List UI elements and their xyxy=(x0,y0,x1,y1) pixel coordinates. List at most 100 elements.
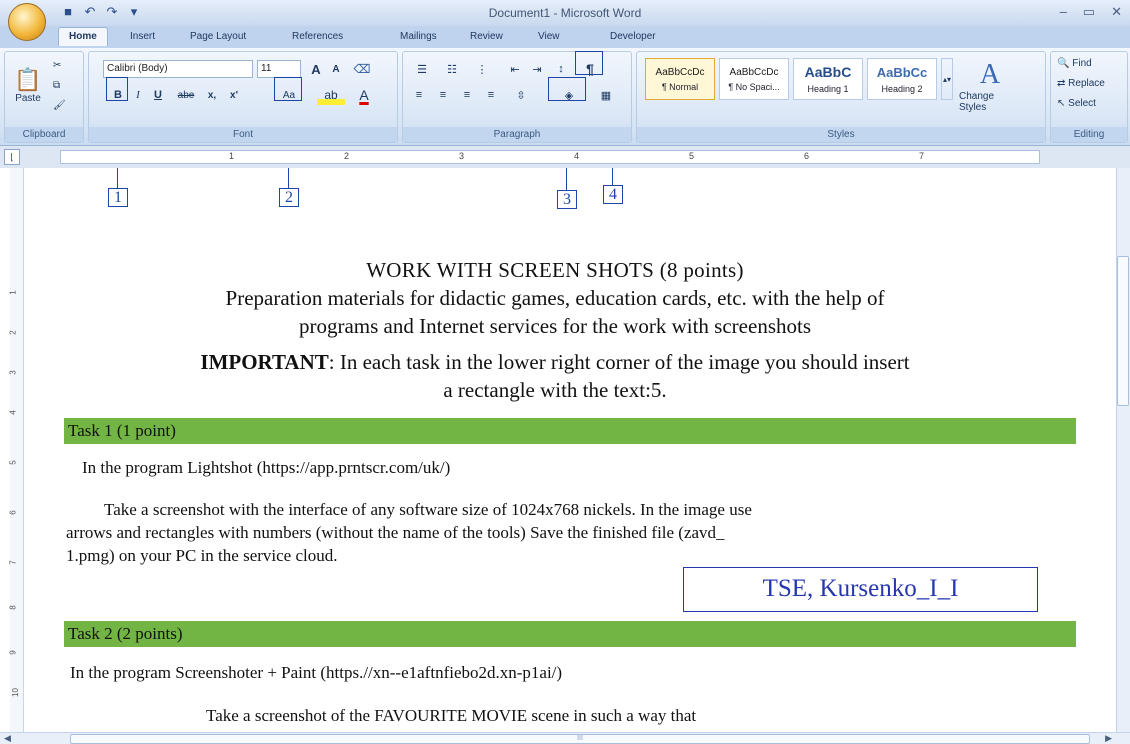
close-button[interactable]: ✕ xyxy=(1111,4,1122,20)
italic-button[interactable]: I xyxy=(129,85,147,105)
strikethrough-button[interactable]: abe xyxy=(173,85,199,105)
cut-icon[interactable]: ✂ xyxy=(53,60,61,71)
find-button[interactable]: 🔍 Find xyxy=(1057,58,1092,69)
select-icon: ↖ xyxy=(1057,98,1066,109)
task2-program: In the program Screenshoter + Paint (htt… xyxy=(70,663,563,682)
grow-font-button[interactable]: A xyxy=(307,59,325,79)
window-title: Document1 - Microsoft Word xyxy=(488,6,642,20)
tab-review[interactable]: Review xyxy=(470,31,503,42)
increase-indent-icon[interactable]: ⇥ xyxy=(527,59,547,79)
tab-mailings[interactable]: Mailings xyxy=(400,31,437,42)
maximize-button[interactable]: ▭ xyxy=(1083,4,1095,20)
find-icon: 🔍 xyxy=(1057,58,1070,69)
font-group: Calibri (Body) 11 A A ⌫ B I U abe x, x' … xyxy=(88,51,398,143)
tab-insert[interactable]: Insert xyxy=(130,31,155,42)
subscript-button[interactable]: x, xyxy=(203,85,221,105)
tab-references[interactable]: References xyxy=(292,31,343,42)
callout-4: 4 xyxy=(603,185,623,204)
highlight-box-bold xyxy=(106,77,128,101)
bullets-icon[interactable]: ☰ xyxy=(409,59,435,79)
vruler-number: 10 xyxy=(10,688,20,697)
replace-button[interactable]: ⇄ Replace xyxy=(1057,78,1105,89)
callout-3: 3 xyxy=(557,190,577,209)
change-styles-button[interactable]: A Change Styles xyxy=(959,56,1021,116)
style-heading-1[interactable]: AaBbC Heading 1 xyxy=(793,58,863,100)
vertical-ruler[interactable]: 1 2 3 4 5 6 7 8 9 10 xyxy=(8,168,24,732)
highlight-icon[interactable]: ab xyxy=(317,85,345,105)
vruler-number: 6 xyxy=(8,510,18,515)
ribbon: 📋 Paste ✂ ⧉ 🖌 Clipboard Calibri (Body) 1… xyxy=(0,48,1130,146)
style-normal[interactable]: AaBbCcDc ¶ Normal xyxy=(645,58,715,100)
paste-button[interactable]: 📋 Paste xyxy=(11,58,45,112)
decrease-indent-icon[interactable]: ⇤ xyxy=(505,59,525,79)
align-left-icon[interactable]: ≡ xyxy=(409,85,429,105)
clear-formatting-icon[interactable]: ⌫ xyxy=(351,59,373,79)
select-button[interactable]: ↖ Select xyxy=(1057,98,1096,109)
task1-band: Task 1 (1 point) xyxy=(64,418,1076,444)
multilevel-list-icon[interactable]: ⋮ xyxy=(469,59,495,79)
sort-icon[interactable]: ↕ xyxy=(551,59,571,79)
shrink-font-button[interactable]: A xyxy=(327,59,345,79)
callout-line-1 xyxy=(117,168,118,188)
horizontal-scrollbar[interactable]: ◀ III ▶ xyxy=(0,732,1130,744)
change-styles-icon: A xyxy=(979,59,1001,90)
ruler-number: 1 xyxy=(229,151,235,161)
editing-label: Editing xyxy=(1051,127,1127,142)
align-right-icon[interactable]: ≡ xyxy=(457,85,477,105)
styles-scroll-icon[interactable]: ▴▾ xyxy=(941,58,953,100)
font-color-button[interactable]: A xyxy=(351,85,377,105)
task1-body-3: 1.pmg) on your PC in the service cloud. xyxy=(66,546,338,565)
document-page[interactable]: 1 2 3 4 5 6 7 8 9 10 1 2 3 4 WORK WITH S… xyxy=(0,168,1130,732)
styles-group: AaBbCcDc ¶ Normal AaBbCcDc ¶ No Spaci...… xyxy=(636,51,1046,143)
task2-title: Task 2 (2 points) xyxy=(68,624,183,643)
editing-group: 🔍 Find ⇄ Replace ↖ Select Editing xyxy=(1050,51,1128,143)
doc-important-line-2: a rectangle with the text:5. xyxy=(443,378,667,402)
callout-1: 1 xyxy=(108,188,128,207)
font-family-combo[interactable]: Calibri (Body) xyxy=(103,60,253,78)
format-painter-icon[interactable]: 🖌 xyxy=(53,100,66,111)
tab-page-layout[interactable]: Page Layout xyxy=(190,31,246,42)
vertical-scroll-thumb[interactable] xyxy=(1117,256,1129,406)
office-button[interactable] xyxy=(8,3,46,41)
borders-icon[interactable]: ▦ xyxy=(591,85,621,105)
horizontal-ruler-row: ⌊ 1 2 3 4 5 6 7 xyxy=(0,146,1130,168)
line-spacing-icon[interactable]: ⇳ xyxy=(507,85,535,105)
task1-title: Task 1 (1 point) xyxy=(68,421,176,440)
ruler-number: 2 xyxy=(344,151,350,161)
tab-home[interactable]: Home xyxy=(58,27,108,46)
numbering-icon[interactable]: ☷ xyxy=(439,59,465,79)
vruler-number: 8 xyxy=(8,605,18,610)
horizontal-scroll-thumb[interactable]: III xyxy=(70,734,1090,744)
style-heading-2[interactable]: AaBbCc Heading 2 xyxy=(867,58,937,100)
callout-line-4 xyxy=(612,168,613,185)
paste-icon: 📋 xyxy=(14,66,42,92)
scroll-right-icon[interactable]: ▶ xyxy=(1105,733,1112,744)
vruler-number: 4 xyxy=(8,410,18,415)
minimize-button[interactable]: – xyxy=(1060,4,1067,20)
tab-selector[interactable]: ⌊ xyxy=(4,149,20,165)
align-center-icon[interactable]: ≡ xyxy=(433,85,453,105)
ribbon-tabs: Home Insert Page Layout References Maili… xyxy=(0,26,1130,48)
signature-box: TSE, Kursenko_I_I xyxy=(683,567,1038,612)
highlight-box-change-case xyxy=(274,77,302,101)
tab-developer[interactable]: Developer xyxy=(610,31,656,42)
vruler-number: 7 xyxy=(8,560,18,565)
scroll-left-icon[interactable]: ◀ xyxy=(4,733,11,744)
ruler-number: 7 xyxy=(919,151,925,161)
font-label: Font xyxy=(89,127,397,142)
callout-line-2 xyxy=(288,168,289,188)
underline-button[interactable]: U xyxy=(149,85,167,105)
ruler-number: 6 xyxy=(804,151,810,161)
justify-icon[interactable]: ≡ xyxy=(481,85,501,105)
doc-subheading-1: Preparation materials for didactic games… xyxy=(225,286,885,310)
style-no-spacing[interactable]: AaBbCcDc ¶ No Spaci... xyxy=(719,58,789,100)
tab-view[interactable]: View xyxy=(538,31,560,42)
superscript-button[interactable]: x' xyxy=(225,85,243,105)
font-size-combo[interactable]: 11 xyxy=(257,60,301,78)
vertical-scrollbar[interactable] xyxy=(1116,168,1130,732)
copy-icon[interactable]: ⧉ xyxy=(53,80,60,91)
window-controls: – ▭ ✕ xyxy=(1060,4,1122,20)
horizontal-ruler[interactable]: 1 2 3 4 5 6 7 xyxy=(60,150,1040,164)
clipboard-group: 📋 Paste ✂ ⧉ 🖌 Clipboard xyxy=(4,51,84,143)
task1-body-2: arrows and rectangles with numbers (with… xyxy=(66,523,725,542)
